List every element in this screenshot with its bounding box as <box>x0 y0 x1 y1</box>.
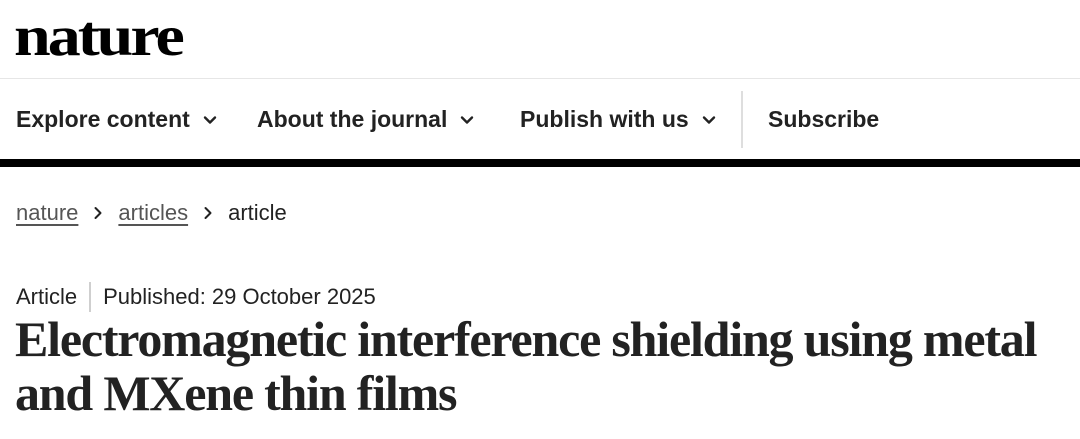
published-date: 29 October 2025 <box>211 284 376 309</box>
breadcrumb-current: article <box>228 200 287 225</box>
article-type: Article <box>16 284 78 309</box>
article-meta: Article Published: 29 October 2025 <box>16 281 376 313</box>
published-info: Published: 29 October 2025 <box>103 284 376 310</box>
nav-rule <box>0 159 1080 167</box>
nav-divider <box>741 91 743 148</box>
breadcrumb-nature-link[interactable]: nature <box>16 200 78 226</box>
chevron-down-icon <box>459 112 475 128</box>
nature-logo[interactable]: nature <box>14 3 185 70</box>
site-header: nature <box>0 0 1080 79</box>
nav-subscribe[interactable]: Subscribe <box>768 79 879 160</box>
article-title: Electromagnetic interference shielding u… <box>15 311 1038 421</box>
chevron-right-icon <box>92 205 104 221</box>
nav-publish-with-us[interactable]: Publish with us <box>520 79 717 160</box>
breadcrumb-articles-link[interactable]: articles <box>118 200 188 226</box>
nav-publish-with-us-label: Publish with us <box>520 106 689 132</box>
chevron-down-icon <box>701 112 717 128</box>
chevron-down-icon <box>202 112 218 128</box>
breadcrumb: nature articles article <box>16 197 287 229</box>
nav-explore-content[interactable]: Explore content <box>16 79 218 160</box>
nav-subscribe-label: Subscribe <box>768 106 880 132</box>
nav-about-the-journal[interactable]: About the journal <box>257 79 475 160</box>
main-nav: Explore content About the journal Publis… <box>0 79 1080 160</box>
chevron-right-icon <box>202 205 214 221</box>
nav-explore-content-label: Explore content <box>16 106 190 132</box>
nav-about-the-journal-label: About the journal <box>257 106 448 132</box>
meta-divider <box>89 282 92 312</box>
published-label: Published: <box>103 284 206 309</box>
